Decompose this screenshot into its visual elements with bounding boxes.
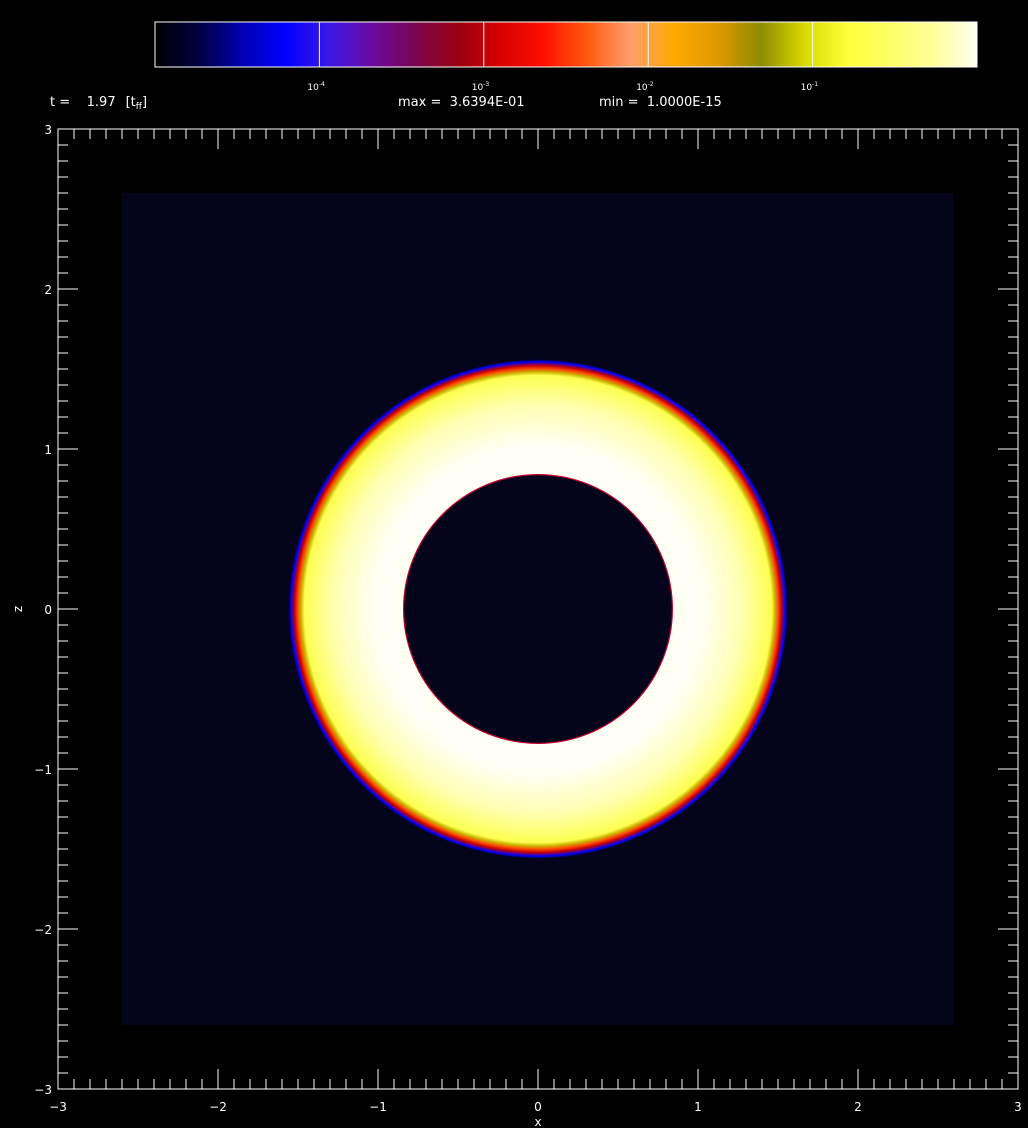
x-tick-label: −2 bbox=[209, 1100, 227, 1114]
x-tick-label: 0 bbox=[534, 1100, 542, 1114]
x-tick-label: 2 bbox=[854, 1100, 862, 1114]
x-axis-label: x bbox=[534, 1115, 541, 1128]
y-axis-label: z bbox=[11, 606, 25, 612]
figure: 10-4 10-3 10-2 10-1 t = 1.97 [tff] max = 3.6… bbox=[11, 21, 1022, 1128]
y-tick-label: −2 bbox=[34, 923, 52, 937]
x-tick-label: −1 bbox=[369, 1100, 387, 1114]
x-tick-label: 1 bbox=[694, 1100, 702, 1114]
x-tick-label: −3 bbox=[49, 1100, 67, 1114]
colorbar: 10-4 10-3 10-2 10-1 bbox=[154, 21, 978, 93]
colorbar-tick-label: 10-1 bbox=[801, 81, 819, 93]
y-tick-label: 3 bbox=[44, 123, 52, 137]
colorbar-tick-label: 10-4 bbox=[307, 81, 325, 93]
y-tick-label: 1 bbox=[44, 443, 52, 457]
max-value-label: max = 3.6394E-01 bbox=[398, 95, 525, 110]
y-tick-label: 0 bbox=[44, 603, 52, 617]
colorbar-tick-label: 10-2 bbox=[636, 81, 654, 93]
y-tick-label: −1 bbox=[34, 763, 52, 777]
colorbar-tick-label: 10-3 bbox=[472, 81, 490, 93]
min-value-label: min = 1.0000E-15 bbox=[599, 95, 722, 110]
inner-cavity bbox=[403, 474, 673, 744]
plot-area: −3 −2 −1 0 1 2 3 −3 −2 −1 0 1 2 3 x z bbox=[11, 123, 1022, 1128]
time-label: t = 1.97 [tff] bbox=[50, 95, 147, 112]
y-tick-label: −3 bbox=[34, 1083, 52, 1097]
y-tick-label: 2 bbox=[44, 283, 52, 297]
colorbar-gradient bbox=[154, 21, 978, 68]
x-tick-label: 3 bbox=[1014, 1100, 1022, 1114]
